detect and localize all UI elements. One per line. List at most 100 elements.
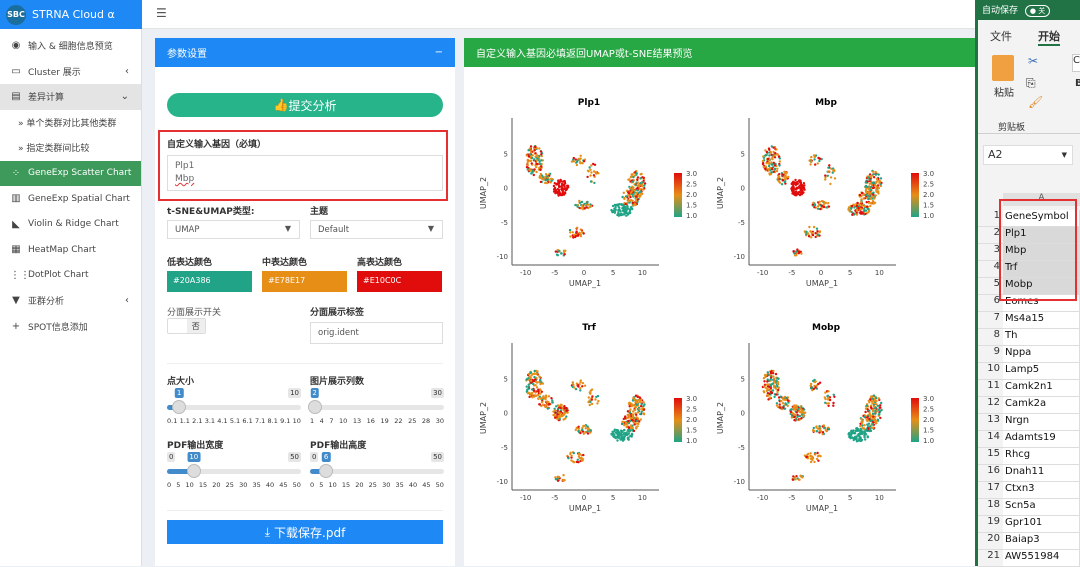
slider[interactable]: 0 50 6 0 5 10 15 20 25 30 35 40 45 50 — [310, 452, 444, 492]
cell-point — [542, 403, 545, 406]
cell[interactable]: Rhcg — [1003, 448, 1080, 465]
slider-handle[interactable] — [186, 464, 201, 478]
cell-point — [631, 180, 635, 183]
x-tick: -5 — [788, 269, 795, 277]
format-painter-icon[interactable]: 🖌 — [1028, 95, 1043, 109]
row-number[interactable]: 11 — [978, 380, 1003, 397]
copy-icon[interactable]: ⎘ — [1026, 76, 1036, 91]
cell-point — [575, 163, 579, 167]
collapse-button[interactable]: − — [435, 47, 443, 58]
bold-button[interactable]: B — [1075, 78, 1080, 89]
cell[interactable]: Baiap3 — [1003, 533, 1080, 550]
cell-point — [621, 439, 625, 442]
sidebar-item[interactable]: ◉ 输入 & 细胞信息预览 — [0, 33, 141, 59]
slider-tick: 30 — [382, 481, 391, 489]
cell-point — [530, 172, 533, 175]
row-number[interactable]: 12 — [978, 397, 1003, 414]
cell-point — [623, 424, 626, 427]
name-box[interactable]: A2 ▼ — [983, 145, 1073, 165]
slider-track[interactable] — [310, 405, 444, 410]
row-number[interactable]: 16 — [978, 465, 1003, 482]
sidebar-item[interactable]: + SPOT信息添加 — [0, 314, 141, 340]
x-tick: 5 — [611, 494, 615, 502]
cell[interactable]: Gpr101 — [1003, 516, 1080, 533]
sidebar-item[interactable]: ◣ Violin & Ridge Chart — [0, 212, 141, 238]
slider-handle[interactable] — [307, 400, 322, 414]
paste-label[interactable]: 粘贴 — [994, 84, 1014, 99]
cell-point — [574, 234, 578, 238]
sidebar-item[interactable]: ▭ Cluster 展示 ‹ — [0, 59, 141, 85]
cell-point — [766, 380, 769, 383]
row-number[interactable]: 8 — [978, 329, 1003, 346]
cell[interactable]: Dnah11 — [1003, 465, 1080, 482]
sidebar-item[interactable]: ▤ 差异计算 ⌄ — [0, 84, 141, 110]
sidebar-item[interactable]: ⋮⋮ DotPlot Chart — [0, 263, 141, 289]
slider[interactable]: 10 1 0.1 1.1 2.1 3.1 4.1 5.1 6.1 7.1 8.1 9.1 10 — [167, 388, 301, 428]
row-number[interactable]: 19 — [978, 516, 1003, 533]
high-color-input[interactable]: #E10C0C — [357, 271, 442, 292]
menu-toggle-icon[interactable]: ☰ — [156, 6, 167, 20]
cell-point — [546, 407, 549, 410]
low-color-input[interactable]: #20A386 — [167, 271, 252, 292]
row-number[interactable]: 7 — [978, 312, 1003, 329]
row-number[interactable]: 18 — [978, 499, 1003, 516]
paste-icon[interactable] — [992, 55, 1014, 81]
cell[interactable]: Camk2a — [1003, 397, 1080, 414]
facet-label-input[interactable]: orig.ident — [310, 322, 443, 344]
brand[interactable]: SBC STRNA Cloud α — [0, 0, 142, 29]
cell[interactable]: Lamp5 — [1003, 363, 1080, 380]
row-number[interactable]: 10 — [978, 363, 1003, 380]
submit-button[interactable]: 👍 提交分析 — [167, 93, 443, 117]
slider-value: 10 — [187, 452, 201, 462]
row-number[interactable]: 20 — [978, 533, 1003, 550]
cell[interactable]: Ms4a15 — [1003, 312, 1080, 329]
cell[interactable]: Nppa — [1003, 346, 1080, 363]
plot-title: Mobp — [812, 323, 841, 333]
download-button[interactable]: ⤓ 下载保存.pdf — [167, 520, 443, 544]
cell-point — [590, 402, 594, 406]
cell-point — [622, 191, 625, 194]
cell-point — [544, 404, 547, 408]
slider[interactable]: 0 50 10 0 5 10 15 20 25 30 35 40 45 50 — [167, 452, 301, 492]
slider[interactable]: 30 2 1 4 7 10 13 16 19 22 25 28 30 — [307, 388, 444, 428]
slider-handle[interactable] — [172, 400, 187, 414]
cell-point — [857, 206, 860, 210]
cell-point — [569, 231, 572, 234]
row-number[interactable]: 13 — [978, 414, 1003, 431]
sidebar-item[interactable]: ▦ HeatMap Chart — [0, 237, 141, 263]
autosave-toggle[interactable]: ● 关 — [1024, 5, 1051, 17]
theme-select[interactable]: Default ▼ — [310, 220, 443, 239]
cell-point — [816, 451, 819, 455]
slider-track[interactable] — [167, 405, 301, 410]
cell-point — [637, 398, 640, 402]
facet-toggle[interactable]: 否 — [167, 318, 206, 334]
sidebar-item[interactable]: ▼ 亚群分析 ‹ — [0, 288, 141, 314]
reduction-select[interactable]: UMAP ▼ — [167, 220, 300, 239]
row-number[interactable]: 17 — [978, 482, 1003, 499]
gene-input[interactable]: Plp1 Mbp — [167, 155, 443, 191]
cell-point — [852, 437, 856, 440]
mid-color-input[interactable]: #E78E17 — [262, 271, 347, 292]
cell-point — [815, 457, 819, 461]
cell[interactable]: Ctxn3 — [1003, 482, 1080, 499]
cell[interactable]: Th — [1003, 329, 1080, 346]
cell[interactable]: Camk2n1 — [1003, 380, 1080, 397]
cut-icon[interactable]: ✂ — [1028, 54, 1038, 68]
tab-file[interactable]: 文件 — [990, 28, 1012, 44]
cell[interactable]: AW551984 — [1003, 550, 1080, 567]
font-box[interactable]: Ca — [1072, 54, 1080, 72]
row-number[interactable]: 9 — [978, 346, 1003, 363]
row-number[interactable]: 14 — [978, 431, 1003, 448]
sidebar-item[interactable]: ⁘ GeneExp Scatter Chart — [0, 160, 141, 186]
cell-point — [870, 201, 873, 205]
cell[interactable]: Nrgn — [1003, 414, 1080, 431]
sidebar-item[interactable]: ▥ GeneExp Spatial Chart — [0, 186, 141, 212]
sidebar-item[interactable]: » 单个类群对比其他类群 — [0, 110, 141, 136]
cell[interactable]: Scn5a — [1003, 499, 1080, 516]
tab-home[interactable]: 开始 — [1038, 28, 1060, 46]
slider-handle[interactable] — [319, 464, 334, 478]
row-number[interactable]: 15 — [978, 448, 1003, 465]
cell[interactable]: Adamts19 — [1003, 431, 1080, 448]
sidebar-item[interactable]: » 指定类群间比较 — [0, 135, 141, 161]
row-number[interactable]: 21 — [978, 550, 1003, 567]
